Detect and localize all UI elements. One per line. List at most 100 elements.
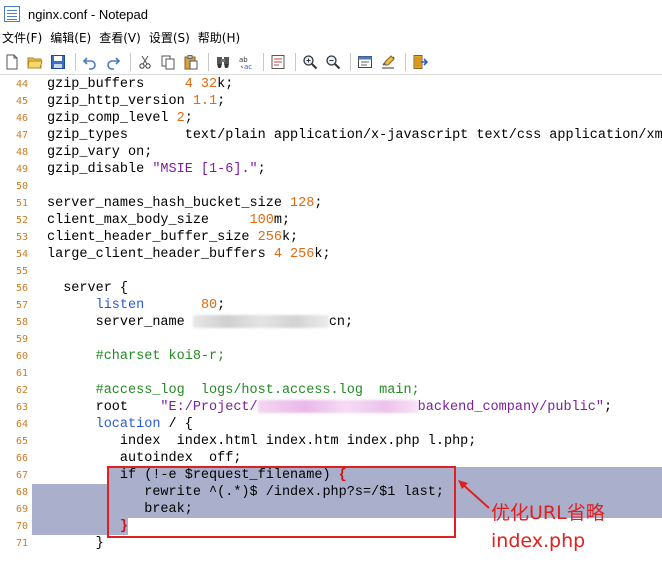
menu-edit[interactable]: 编辑(E) — [48, 28, 97, 48]
title-bar: nginx.conf - Notepad — [0, 0, 662, 28]
annotation-text: 优化URL省略 index.php — [491, 502, 605, 552]
menu-help[interactable]: 帮助(H) — [196, 28, 246, 48]
code-line[interactable]: 66 autoindex off; — [0, 450, 662, 467]
line-number: 66 — [15, 453, 28, 464]
zoom-in-icon[interactable] — [300, 52, 320, 72]
code-line[interactable]: 62 #access_log logs/host.access.log main… — [0, 382, 662, 399]
code-text: client_max_body_size 100m; — [47, 212, 290, 229]
menu-view[interactable]: 查看(V) — [97, 28, 147, 48]
code-token: gzip_http_version — [47, 94, 193, 109]
code-text: root "E:/Project/backend_company/public"… — [47, 399, 612, 416]
line-number: 70 — [15, 521, 28, 532]
code-line[interactable]: 51 server_names_hash_bucket_size 128; — [0, 195, 662, 212]
code-token: client_max_body_size — [47, 213, 250, 228]
code-token: k; — [217, 77, 234, 92]
code-line[interactable]: 47 gzip_types text/plain application/x-ja… — [0, 127, 662, 144]
line-number: 56 — [15, 283, 28, 294]
code-line[interactable]: 54 large_client_header_buffers 4 256k; — [0, 246, 662, 263]
code-line[interactable]: 59 — [0, 331, 662, 348]
line-number: 54 — [15, 249, 28, 260]
code-token: server_name — [47, 315, 193, 330]
code-line[interactable]: 61 — [0, 365, 662, 382]
code-text: gzip_buffers 4 32k; — [47, 76, 233, 93]
line-number: 45 — [15, 96, 28, 107]
menu-bar: 文件(F) 编辑(E) 查看(V) 设置(S) 帮助(H) — [0, 28, 662, 48]
edit-check-icon[interactable] — [378, 52, 398, 72]
settings-icon[interactable] — [355, 52, 375, 72]
redacted-text — [257, 399, 418, 413]
code-token: 100 — [249, 213, 274, 228]
paste-icon[interactable] — [181, 52, 201, 72]
code-line[interactable]: 45 gzip_http_version 1.1; — [0, 93, 662, 110]
line-number: 67 — [15, 470, 28, 481]
code-text: } — [47, 535, 104, 552]
code-line[interactable]: 64 location / { — [0, 416, 662, 433]
exit-icon[interactable] — [410, 52, 430, 72]
code-text: listen 80; — [47, 297, 226, 314]
code-text: location / { — [47, 416, 193, 433]
code-line[interactable]: 58 server_name cn; — [0, 314, 662, 331]
line-number: 60 — [15, 351, 28, 362]
code-token: server_names_hash_bucket_size — [47, 196, 291, 211]
code-token: k; — [281, 230, 299, 245]
code-line[interactable]: 49 gzip_disable "MSIE [1-6]."; — [0, 161, 662, 178]
code-token: "E:/Project/ — [160, 400, 258, 415]
code-token: #access_log logs/host.access.log main; — [95, 383, 420, 398]
code-text: large_client_header_buffers 4 256k; — [47, 246, 331, 263]
menu-settings[interactable]: 设置(S) — [147, 28, 196, 48]
redo-icon[interactable] — [103, 52, 123, 72]
code-line[interactable]: 44 gzip_buffers 4 32k; — [0, 76, 662, 93]
code-token: / { — [160, 417, 193, 432]
code-line[interactable]: 56 server { — [0, 280, 662, 297]
code-line[interactable]: 48 gzip_vary on; — [0, 144, 662, 161]
line-number: 46 — [15, 113, 28, 124]
code-text: server { — [47, 280, 128, 297]
cut-icon[interactable] — [135, 52, 155, 72]
zoom-out-icon[interactable] — [323, 52, 343, 72]
code-line[interactable]: 65 index index.html index.htm index.php … — [0, 433, 662, 450]
code-token: gzip_comp_level — [47, 111, 177, 126]
code-token: #charset koi8-r; — [95, 349, 226, 364]
code-token: index index.html index.htm index.php l.p… — [47, 434, 477, 449]
line-number: 61 — [15, 368, 28, 379]
code-token: gzip_vary on; — [47, 145, 153, 160]
word-wrap-icon[interactable] — [268, 52, 288, 72]
undo-icon[interactable] — [80, 52, 100, 72]
menu-file[interactable]: 文件(F) — [0, 28, 48, 48]
code-line[interactable]: 60 #charset koi8-r; — [0, 348, 662, 365]
new-file-icon[interactable] — [2, 52, 22, 72]
open-folder-icon[interactable] — [25, 52, 45, 72]
code-line[interactable]: 53 client_header_buffer_size 256k; — [0, 229, 662, 246]
code-token: ; — [314, 196, 323, 211]
code-token: listen — [95, 298, 145, 313]
code-token: gzip_disable — [47, 162, 153, 177]
code-token: 80 — [200, 298, 218, 313]
code-line[interactable]: 52 client_max_body_size 100m; — [0, 212, 662, 229]
code-text: autoindex off; — [47, 450, 242, 467]
code-line[interactable]: 57 listen 80; — [0, 297, 662, 314]
code-token: ; — [184, 111, 193, 126]
code-token: 256 — [257, 230, 282, 245]
code-text: gzip_comp_level 2; — [47, 110, 193, 127]
toolbar-separator — [350, 52, 351, 71]
code-token: ; — [217, 94, 226, 109]
code-line[interactable]: 50 — [0, 178, 662, 195]
code-token: cn; — [328, 315, 354, 330]
replace-icon[interactable]: ab ac — [236, 52, 256, 72]
line-number: 71 — [15, 538, 28, 549]
svg-text:ac: ac — [244, 63, 252, 70]
code-line[interactable]: 46 gzip_comp_level 2; — [0, 110, 662, 127]
line-number: 63 — [15, 402, 28, 413]
code-line[interactable]: 55 — [0, 263, 662, 280]
save-icon[interactable] — [48, 52, 68, 72]
code-line[interactable]: 63 root "E:/Project/backend_company/publ… — [0, 399, 662, 416]
copy-icon[interactable] — [158, 52, 178, 72]
code-text: gzip_disable "MSIE [1-6]."; — [47, 161, 266, 178]
toolbar-separator — [263, 52, 264, 71]
find-icon[interactable] — [213, 52, 233, 72]
code-token: 4 256 — [273, 247, 315, 262]
